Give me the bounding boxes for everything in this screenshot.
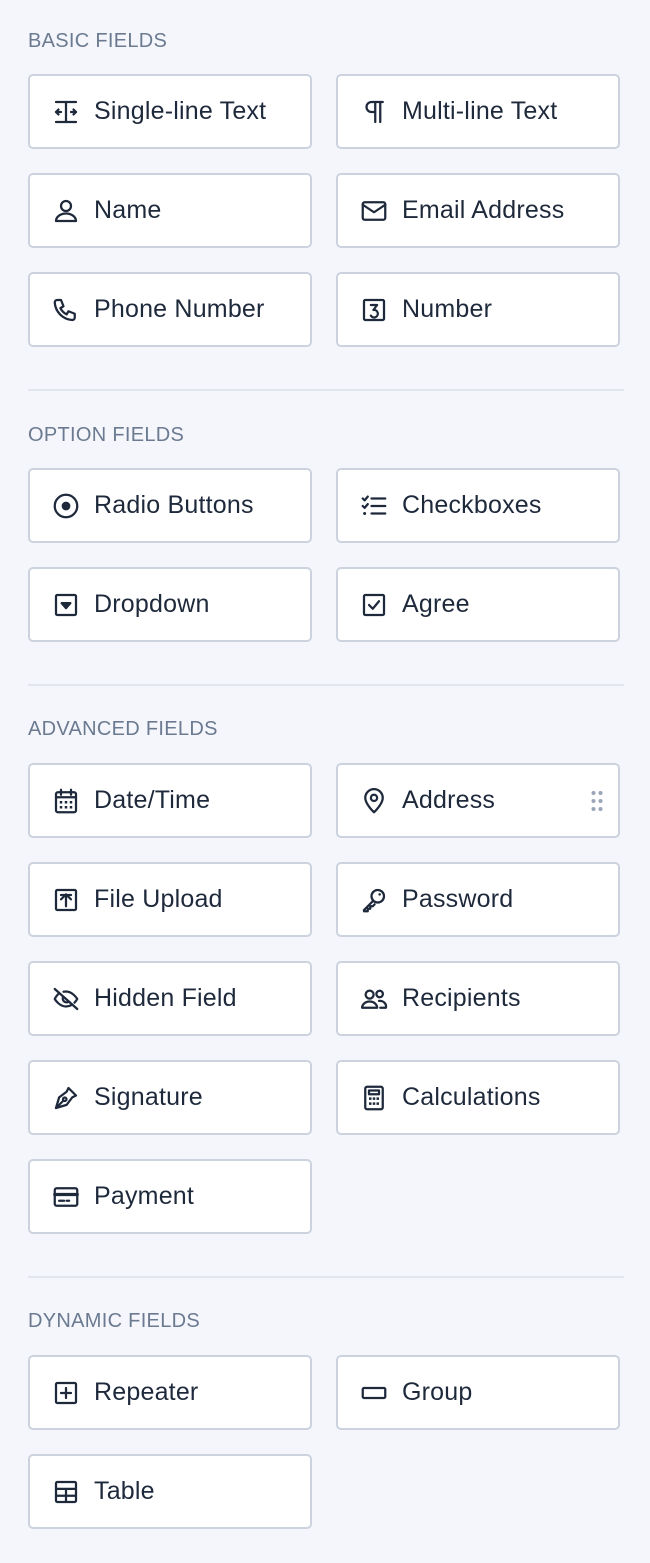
field-label: Password xyxy=(402,885,514,913)
field-label: Radio Buttons xyxy=(94,491,254,519)
field-label: Hidden Field xyxy=(94,984,237,1012)
map-pin-icon xyxy=(357,784,391,818)
field-phone-number-button[interactable]: Phone Number xyxy=(28,272,312,347)
users-icon xyxy=(357,982,391,1016)
field-calculations-button[interactable]: Calculations xyxy=(336,1060,620,1135)
field-label: Date/Time xyxy=(94,786,211,814)
field-label: Recipients xyxy=(402,984,521,1012)
field-number-button[interactable]: Number xyxy=(336,272,620,347)
field-label: Table xyxy=(94,1477,155,1505)
section-divider xyxy=(28,684,624,686)
rectangle-icon xyxy=(357,1376,391,1410)
field-label: Signature xyxy=(94,1083,203,1111)
calculator-icon xyxy=(357,1081,391,1115)
paragraph-icon xyxy=(357,95,391,129)
field-label: Email Address xyxy=(402,196,565,224)
field-label: Single-line Text xyxy=(94,97,267,125)
field-label: Checkboxes xyxy=(402,491,542,519)
pen-nib-icon xyxy=(49,1081,83,1115)
upload-icon xyxy=(49,883,83,917)
field-email-address-button[interactable]: Email Address xyxy=(336,173,620,248)
phone-icon xyxy=(49,293,83,327)
section-divider xyxy=(28,389,624,391)
section-title-dynamic: DYNAMIC FIELDS xyxy=(28,1310,201,1332)
field-address-button[interactable]: Address xyxy=(336,763,620,838)
field-label: Name xyxy=(94,196,162,224)
field-recipients-button[interactable]: Recipients xyxy=(336,961,620,1036)
credit-card-icon xyxy=(49,1180,83,1214)
envelope-icon xyxy=(357,194,391,228)
field-table-button[interactable]: Table xyxy=(28,1454,312,1529)
field-password-button[interactable]: Password xyxy=(336,862,620,937)
field-single-line-text-button[interactable]: Single-line Text xyxy=(28,74,312,149)
calendar-icon xyxy=(49,784,83,818)
field-repeater-button[interactable]: Repeater xyxy=(28,1355,312,1430)
key-icon xyxy=(357,883,391,917)
field-label: Number xyxy=(402,295,493,323)
field-label: Group xyxy=(402,1378,473,1406)
field-group-button[interactable]: Group xyxy=(336,1355,620,1430)
field-dropdown-button[interactable]: Dropdown xyxy=(28,567,312,642)
field-hidden-field-button[interactable]: Hidden Field xyxy=(28,961,312,1036)
field-label: Repeater xyxy=(94,1378,199,1406)
field-label: Dropdown xyxy=(94,590,210,618)
field-label: File Upload xyxy=(94,885,223,913)
table-icon xyxy=(49,1475,83,1509)
field-multi-line-text-button[interactable]: Multi-line Text xyxy=(336,74,620,149)
field-date-time-button[interactable]: Date/Time xyxy=(28,763,312,838)
field-label: Phone Number xyxy=(94,295,265,323)
field-label: Address xyxy=(402,786,496,814)
field-label: Agree xyxy=(402,590,470,618)
field-file-upload-button[interactable]: File Upload xyxy=(28,862,312,937)
user-icon xyxy=(49,194,83,228)
field-name-button[interactable]: Name xyxy=(28,173,312,248)
field-payment-button[interactable]: Payment xyxy=(28,1159,312,1234)
section-title-advanced: ADVANCED FIELDS xyxy=(28,718,218,740)
field-agree-button[interactable]: Agree xyxy=(336,567,620,642)
checkbox-checked-icon xyxy=(357,588,391,622)
field-label: Multi-line Text xyxy=(402,97,558,125)
section-divider xyxy=(28,1276,624,1278)
field-signature-button[interactable]: Signature xyxy=(28,1060,312,1135)
section-title-basic: BASIC FIELDS xyxy=(28,30,168,52)
eye-slash-icon xyxy=(49,982,83,1016)
field-label: Payment xyxy=(94,1182,195,1210)
plus-square-icon xyxy=(49,1376,83,1410)
drag-handle-icon[interactable] xyxy=(590,789,604,813)
field-checkboxes-button[interactable]: Checkboxes xyxy=(336,468,620,543)
field-label: Calculations xyxy=(402,1083,541,1111)
number-three-icon xyxy=(357,293,391,327)
radio-icon xyxy=(49,489,83,523)
dropdown-icon xyxy=(49,588,83,622)
text-cursor-icon xyxy=(49,95,83,129)
field-radio-buttons-button[interactable]: Radio Buttons xyxy=(28,468,312,543)
section-title-option: OPTION FIELDS xyxy=(28,424,185,446)
checklist-icon xyxy=(357,489,391,523)
